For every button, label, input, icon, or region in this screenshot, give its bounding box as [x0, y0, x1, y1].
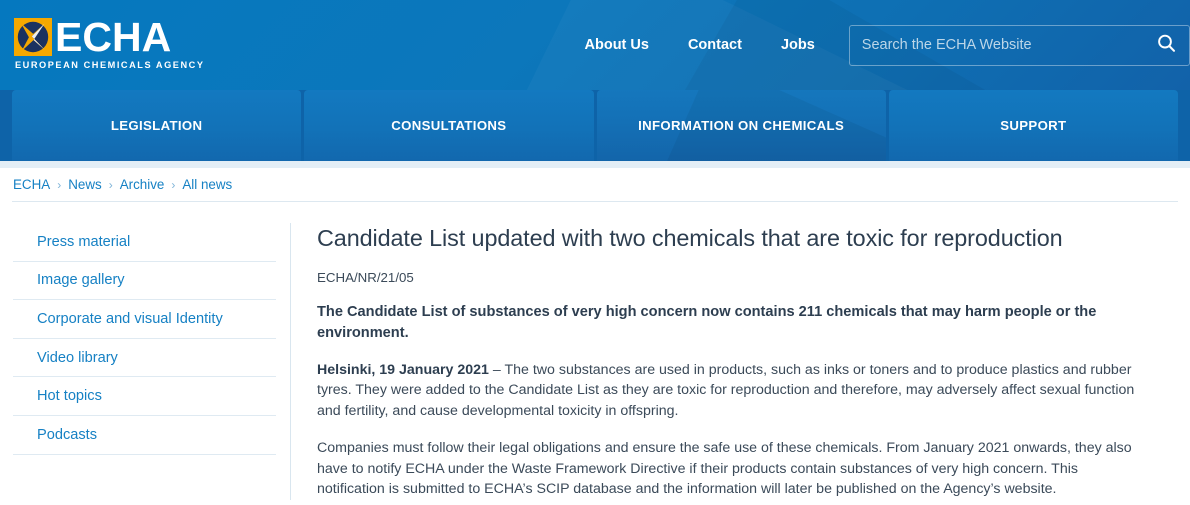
- sidebar-item-video-library[interactable]: Video library: [13, 339, 276, 378]
- nav-item-support[interactable]: SUPPORT: [888, 90, 1178, 161]
- sidebar-item-hot-topics[interactable]: Hot topics: [13, 377, 276, 416]
- nav-underband: [0, 161, 1190, 168]
- logo-tagline: EUROPEAN CHEMICALS AGENCY: [15, 60, 205, 70]
- header-inner: ECHA EUROPEAN CHEMICALS AGENCY About Us …: [0, 0, 1190, 90]
- sidebar-item-label[interactable]: Press material: [37, 234, 130, 250]
- article-paragraph-1: Helsinki, 19 January 2021 – The two subs…: [317, 360, 1148, 422]
- top-link-about-us[interactable]: About Us: [585, 37, 649, 53]
- nav-item-label: LEGISLATION: [110, 118, 203, 133]
- top-link-jobs[interactable]: Jobs: [781, 37, 815, 53]
- sidebar-item-press-material[interactable]: Press material: [13, 223, 276, 262]
- nav-item-information-on-chemicals[interactable]: INFORMATION ON CHEMICALS: [596, 90, 886, 161]
- top-utility-links: About Us Contact Jobs: [585, 37, 815, 53]
- sidebar-item-label[interactable]: Image gallery: [37, 272, 125, 288]
- nav-item-consultations[interactable]: CONSULTATIONS: [304, 90, 594, 161]
- sidebar-item-corporate-and-visual-identity[interactable]: Corporate and visual Identity: [13, 300, 276, 339]
- page-title: Candidate List updated with two chemical…: [317, 225, 1063, 251]
- sidebar-item-label[interactable]: Hot topics: [37, 388, 102, 404]
- breadcrumb-item-archive[interactable]: Archive: [120, 177, 165, 192]
- logo-wordmark: ECHA: [55, 14, 172, 60]
- breadcrumb-separator-icon: ›: [108, 177, 113, 192]
- sidebar: Press material Image gallery Corporate a…: [0, 223, 291, 501]
- nav-item-label: SUPPORT: [1000, 118, 1067, 133]
- breadcrumb-separator-icon: ›: [171, 177, 176, 192]
- article-dateline-dash: –: [488, 361, 505, 378]
- breadcrumb-item-echa[interactable]: ECHA: [13, 177, 50, 192]
- search-submit-button[interactable]: [1143, 26, 1189, 65]
- echa-star-logo-icon: [14, 18, 52, 56]
- article-paragraph-2: Companies must follow their legal obliga…: [317, 439, 1132, 498]
- page-body: Press material Image gallery Corporate a…: [0, 202, 1190, 501]
- sidebar-item-image-gallery[interactable]: Image gallery: [13, 262, 276, 301]
- sidebar-item-podcasts[interactable]: Podcasts: [13, 416, 276, 455]
- article-dateline: Helsinki, 19 January 2021: [317, 361, 489, 378]
- top-link-contact[interactable]: Contact: [688, 37, 742, 53]
- article-lead-paragraph: The Candidate List of substances of very…: [317, 304, 1097, 341]
- sidebar-item-label[interactable]: Video library: [37, 350, 118, 366]
- breadcrumb: ECHA › News › Archive › All news: [0, 168, 1190, 201]
- nav-item-label: INFORMATION ON CHEMICALS: [638, 118, 845, 133]
- sidebar-item-label[interactable]: Corporate and visual Identity: [37, 311, 223, 327]
- search-input[interactable]: [849, 25, 1143, 65]
- site-search[interactable]: [848, 24, 1190, 66]
- breadcrumb-item-news[interactable]: News: [68, 177, 101, 192]
- main-navigation: LEGISLATION CONSULTATIONS INFORMATION ON…: [0, 90, 1190, 161]
- breadcrumb-separator-icon: ›: [57, 177, 62, 192]
- site-header: ECHA EUROPEAN CHEMICALS AGENCY About Us …: [0, 0, 1190, 90]
- press-release-reference: ECHA/NR/21/05: [317, 270, 414, 286]
- breadcrumb-item-all-news[interactable]: All news: [182, 177, 232, 192]
- echa-logo[interactable]: ECHA EUROPEAN CHEMICALS AGENCY: [14, 14, 205, 70]
- search-icon: [1156, 33, 1177, 57]
- nav-item-legislation[interactable]: LEGISLATION: [12, 90, 302, 161]
- article: Candidate List updated with two chemical…: [291, 223, 1190, 500]
- nav-item-label: CONSULTATIONS: [391, 118, 507, 133]
- logo-row: ECHA: [14, 14, 205, 60]
- sidebar-item-label[interactable]: Podcasts: [37, 427, 97, 443]
